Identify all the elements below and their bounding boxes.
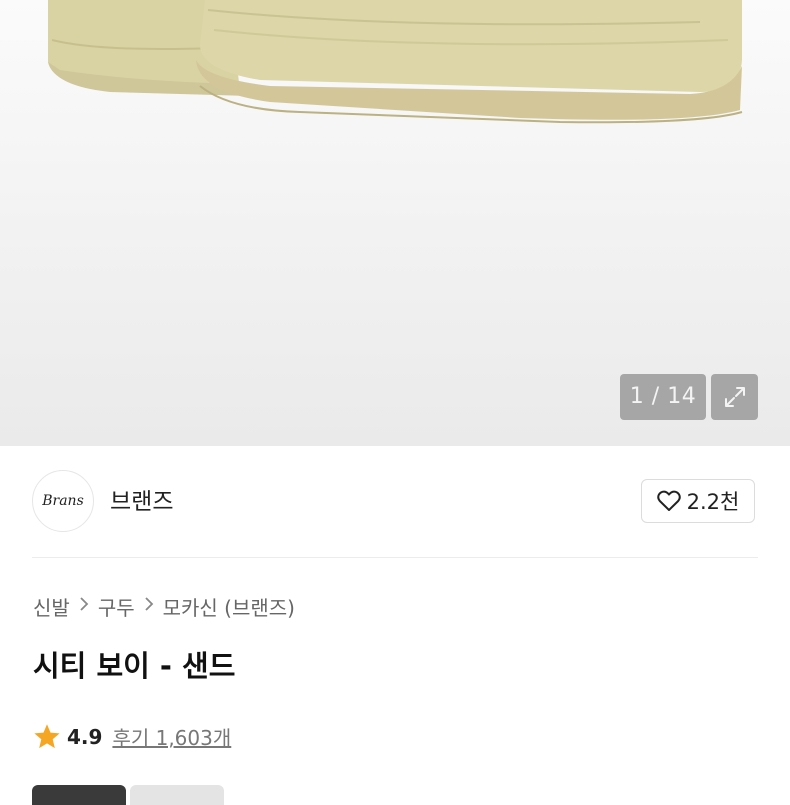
breadcrumb: 신발 구두 모카신 (브랜즈) [33,592,295,621]
brand-logo-text: Brans [42,493,84,509]
heart-outline-icon [656,490,681,511]
breadcrumb-item-shoes[interactable]: 신발 [33,592,70,621]
chevron-right-icon [144,596,154,617]
breadcrumb-item-moccasin[interactable]: 모카신 (브랜즈) [163,592,295,621]
brand-logo[interactable]: Brans [32,470,94,532]
expand-icon [724,387,745,407]
breadcrumb-item-dress-shoes[interactable]: 구두 [98,592,135,621]
product-title: 시티 보이 - 샌드 [33,649,236,683]
rating-summary: 4.9 후기 1,603개 [33,722,231,751]
image-counter: 1 / 14 [620,374,706,420]
reviews-link[interactable]: 후기 1,603개 [112,722,231,751]
divider [32,557,758,558]
brand-row: Brans 브랜즈 2.2천 [0,446,790,558]
option-chip[interactable] [32,785,126,805]
like-button[interactable]: 2.2천 [641,479,755,523]
star-icon [34,724,60,749]
product-image-gallery[interactable]: 1 / 14 [0,0,790,446]
chevron-right-icon [79,596,89,617]
brand-name[interactable]: 브랜즈 [110,482,173,516]
like-count: 2.2천 [686,490,740,514]
option-chip[interactable] [130,785,224,805]
expand-button[interactable] [711,374,758,420]
rating-score: 4.9 [67,724,103,749]
product-image [48,0,743,124]
